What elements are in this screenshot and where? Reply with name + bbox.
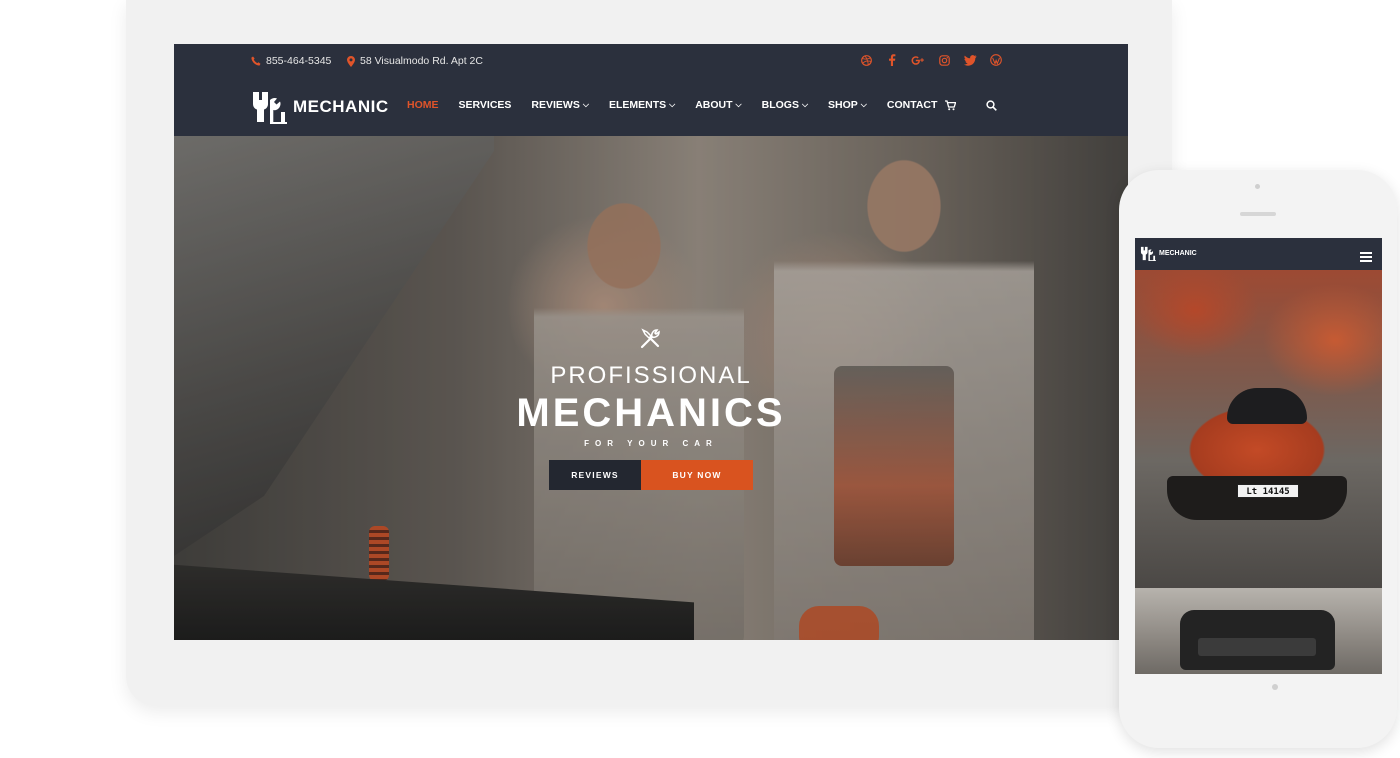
google-plus-icon[interactable] [911,53,925,67]
nav-item-services[interactable]: SERVICES [459,99,512,111]
mobile-screen: MECHANIC Lt 14145 [1135,238,1382,674]
wordpress-icon[interactable] [989,53,1003,67]
buy-now-button[interactable]: BUY NOW [641,460,753,490]
nav-item-contact[interactable]: CONTACT [887,99,938,111]
mobile-camera [1255,184,1260,189]
hero-title: MECHANICS [516,391,786,435]
site-logo[interactable]: MECHANIC [251,90,389,124]
wrench-logo-icon [253,92,287,124]
mobile-sports-car-image: Lt 14145 [1135,270,1382,588]
address-text: 58 Visualmodo Rd. Apt 2C [360,55,483,67]
phone-contact[interactable]: 855-464-5345 [251,55,331,67]
license-plate: Lt 14145 [1237,484,1299,498]
chevron-down-icon: ⌵ [669,100,676,109]
mobile-logo[interactable]: MECHANIC [1140,246,1197,261]
twitter-icon[interactable] [963,53,977,67]
hamburger-menu-icon[interactable] [1360,249,1372,267]
mobile-home-dot [1272,684,1278,690]
hero-pre-title: PROFISSIONAL [550,362,752,389]
logo-text: MECHANIC [293,97,389,116]
facebook-icon[interactable] [885,53,899,67]
instagram-icon[interactable] [937,53,951,67]
nav-item-blogs[interactable]: BLOGS ⌵ [762,99,808,111]
social-links [859,53,1003,67]
hero-subtitle: FOR YOUR CAR [584,439,718,448]
phone-icon [251,56,261,66]
tools-icon [639,326,663,355]
mobile-logo-text: MECHANIC [1159,250,1197,257]
hero-section: PROFISSIONAL MECHANICS FOR YOUR CAR REVI… [174,136,1128,640]
hero-buttons: REVIEWS BUY NOW [174,460,1128,490]
nav-item-reviews[interactable]: REVIEWS ⌵ [531,99,589,111]
nav-menu: HOME SERVICES REVIEWS ⌵ ELEMENTS ⌵ ABOUT ⌵ … [407,99,957,111]
chevron-down-icon: ⌵ [860,100,867,109]
chevron-down-icon: ⌵ [801,100,809,109]
dribbble-icon[interactable] [859,53,873,67]
chevron-down-icon: ⌵ [735,100,742,109]
nav-item-elements[interactable]: ELEMENTS ⌵ [609,99,675,111]
mobile-header: MECHANIC [1135,238,1382,270]
search-icon[interactable] [986,98,997,116]
nav-item-shop[interactable]: SHOP ⌵ [828,99,867,111]
reviews-button[interactable]: REVIEWS [549,460,641,490]
mobile-speaker [1240,212,1276,216]
nav-item-home[interactable]: HOME [407,99,439,111]
truck [1180,610,1335,670]
phone-number: 855-464-5345 [266,55,332,67]
sports-car: Lt 14145 [1145,380,1370,530]
topbar: 855-464-5345 58 Visualmodo Rd. Apt 2C [174,44,1128,78]
cart-icon[interactable] [945,98,957,116]
mobile-truck-image [1135,588,1382,674]
main-navigation: MECHANIC HOME SERVICES REVIEWS ⌵ ELEMENTS… [174,78,1128,137]
hero-content: PROFISSIONAL MECHANICS FOR YOUR CAR REVI… [174,326,1128,490]
nav-item-about[interactable]: ABOUT ⌵ [695,99,741,111]
map-marker-icon [347,55,355,67]
wrench-logo-icon [1140,246,1156,261]
address-contact[interactable]: 58 Visualmodo Rd. Apt 2C [347,55,483,67]
chevron-down-icon: ⌵ [582,100,589,109]
desktop-screen: 855-464-5345 58 Visualmodo Rd. Apt 2C ME… [174,44,1128,640]
